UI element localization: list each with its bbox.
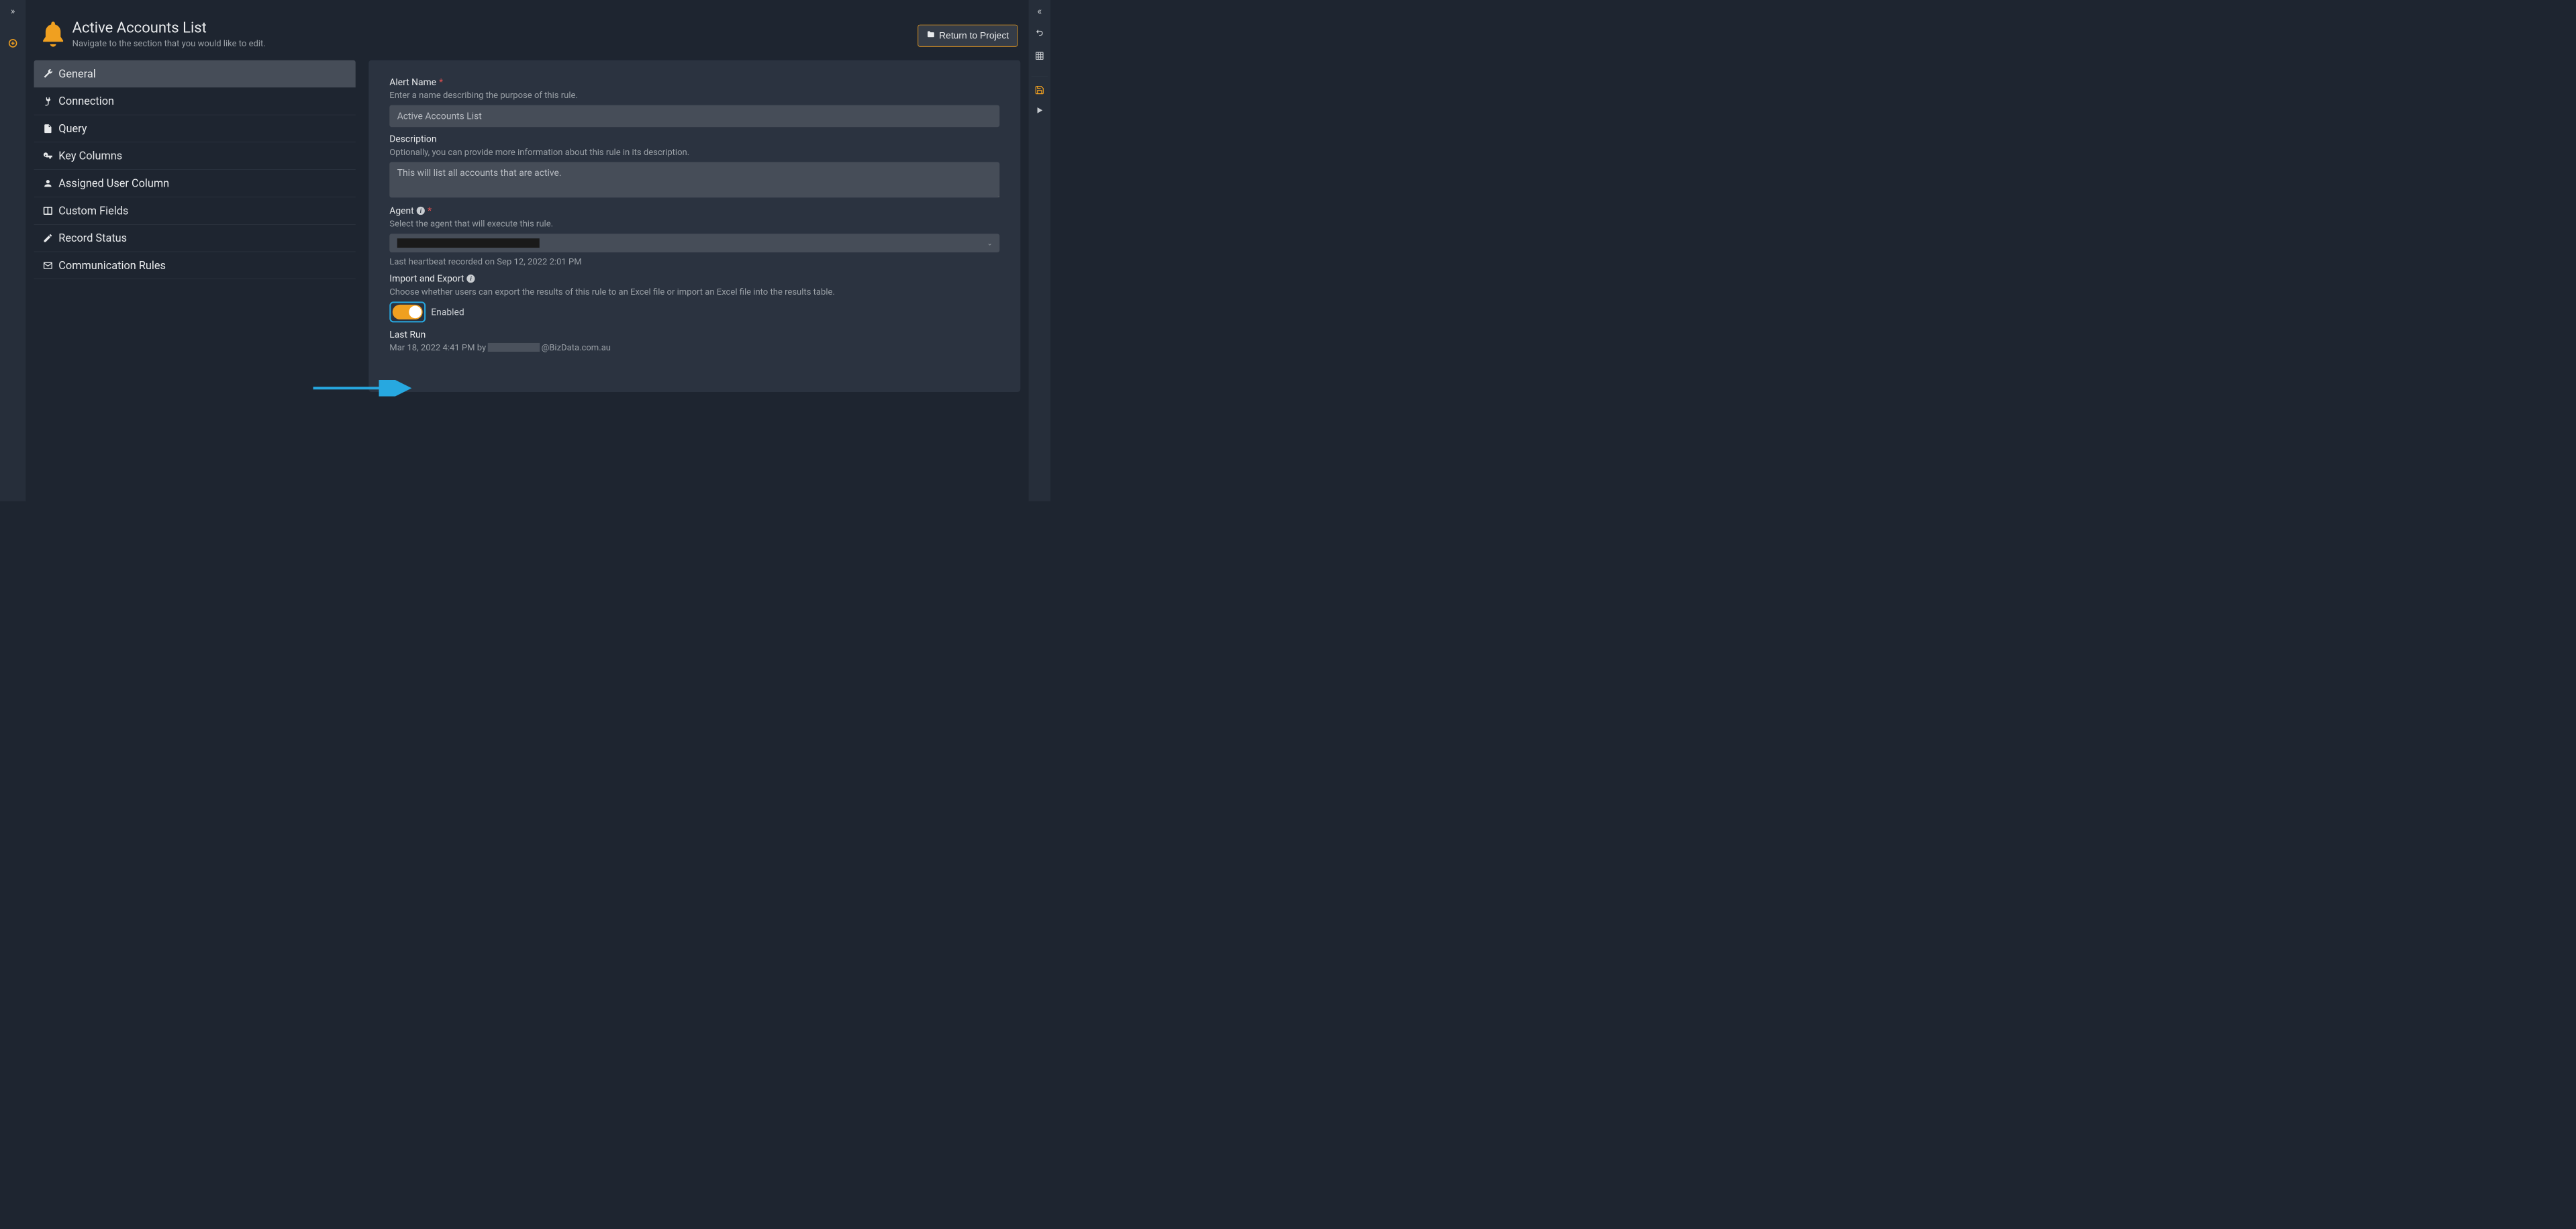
nav-label: Query [58,122,87,135]
nav-label: Custom Fields [58,204,128,217]
nav-label: General [58,67,95,80]
save-icon[interactable] [1034,85,1044,97]
description-label: Description [389,134,436,144]
last-run-suffix: @BizData.com.au [542,342,611,352]
plug-icon [42,96,54,106]
field-last-run: Last Run Mar 18, 2022 4:41 PM by @BizDat… [389,329,999,352]
agent-help: Select the agent that will execute this … [389,218,999,228]
left-rail: » [0,0,26,501]
field-description: Description Optionally, you can provide … [389,134,999,199]
page-header: Active Accounts List Navigate to the sec… [31,0,1023,60]
agent-value-redacted [397,238,540,248]
key-icon [42,150,54,160]
page-title: Active Accounts List [72,19,266,37]
description-help: Optionally, you can provide more informa… [389,147,999,157]
import-export-toggle[interactable] [393,305,423,319]
field-agent: Agent i * Select the agent that will exe… [389,205,999,266]
nav-label: Key Columns [58,150,122,162]
main-area: Active Accounts List Navigate to the sec… [26,0,1028,501]
edit-icon [42,233,54,243]
last-run-user-redacted [488,343,540,352]
collapse-right-icon[interactable]: « [1037,5,1042,17]
expand-left-icon[interactable]: » [11,5,15,16]
right-rail: « [1029,0,1051,501]
section-nav: General Connection Query Key Columns Ass… [34,60,356,392]
required-indicator: * [439,77,443,87]
nav-item-custom-fields[interactable]: Custom Fields [34,197,356,225]
alert-name-help: Enter a name describing the purpose of t… [389,90,999,100]
last-run-label: Last Run [389,329,426,340]
nav-label: Connection [58,95,114,107]
description-input[interactable] [389,162,999,197]
add-icon[interactable] [8,38,18,50]
file-icon [42,124,54,134]
toggle-highlight-annotation [389,301,426,322]
last-run-prefix: Mar 18, 2022 4:41 PM by [389,342,486,352]
nav-label: Record Status [58,232,127,244]
envelope-icon [42,260,54,271]
nav-item-communication[interactable]: Communication Rules [34,252,356,279]
info-icon[interactable]: i [417,207,425,215]
play-icon[interactable] [1035,105,1044,117]
toggle-knob [409,306,422,319]
import-export-help: Choose whether users can export the resu… [389,287,999,297]
return-button-label: Return to Project [939,30,1009,41]
nav-item-general[interactable]: General [34,60,356,88]
alert-name-input[interactable] [389,105,999,128]
page-subtitle: Navigate to the section that you would l… [72,38,266,48]
agent-heartbeat: Last heartbeat recorded on Sep 12, 2022 … [389,256,999,266]
nav-item-connection[interactable]: Connection [34,87,356,115]
grid-icon[interactable] [1035,51,1044,63]
nav-item-assigned-user[interactable]: Assigned User Column [34,170,356,197]
field-import-export: Import and Export i Choose whether users… [389,273,999,322]
undo-icon[interactable] [1034,28,1044,40]
field-alert-name: Alert Name * Enter a name describing the… [389,77,999,127]
nav-item-record-status[interactable]: Record Status [34,224,356,252]
nav-label: Assigned User Column [58,177,169,189]
import-export-label: Import and Export [389,273,464,284]
return-to-project-button[interactable]: Return to Project [918,25,1018,47]
folder-icon [926,30,935,42]
nav-item-key-columns[interactable]: Key Columns [34,142,356,170]
toggle-label: Enabled [431,307,464,317]
nav-label: Communication Rules [58,259,166,272]
alert-name-label: Alert Name [389,77,436,87]
user-icon [42,178,54,188]
bell-icon [34,19,72,50]
wrench-icon [42,68,54,79]
agent-label: Agent [389,205,413,216]
columns-icon [42,205,54,215]
nav-item-query[interactable]: Query [34,115,356,142]
info-icon[interactable]: i [466,275,475,283]
required-indicator: * [428,205,432,216]
form-panel: Alert Name * Enter a name describing the… [368,60,1020,392]
